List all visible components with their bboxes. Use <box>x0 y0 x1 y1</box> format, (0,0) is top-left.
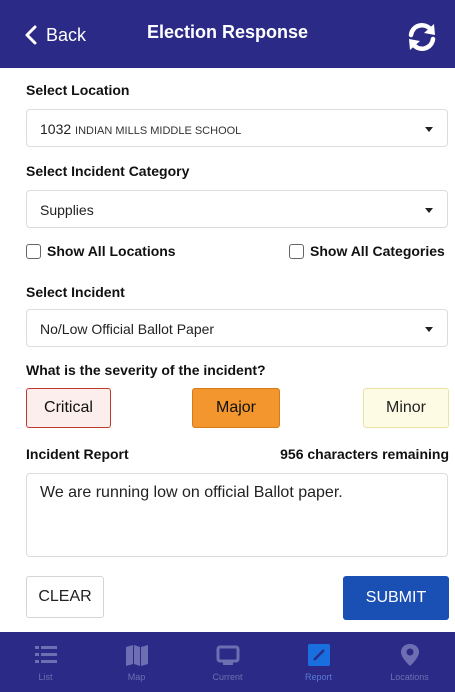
incident-report-textarea[interactable]: We are running low on official Ballot pa… <box>26 473 448 557</box>
tab-locations[interactable]: Locations <box>364 632 455 692</box>
select-location-label: Select Location <box>26 82 130 98</box>
severity-major-button[interactable]: Major <box>192 388 280 428</box>
incident-value: No/Low Official Ballot Paper <box>40 321 215 337</box>
edit-icon <box>307 644 330 666</box>
location-number: 1032 <box>40 121 72 137</box>
caret-down-icon <box>425 208 433 213</box>
tab-label: Report <box>304 672 332 682</box>
tab-report[interactable]: Report <box>273 632 364 692</box>
app-header: Back Election Response <box>0 0 455 68</box>
list-icon <box>34 646 57 663</box>
monitor-icon <box>216 645 239 665</box>
show-all-locations-label: Show All Locations <box>47 243 176 259</box>
caret-down-icon <box>425 327 433 332</box>
severity-question: What is the severity of the incident? <box>26 362 266 378</box>
checkbox-box <box>26 243 41 259</box>
page-title: Election Response <box>146 22 309 42</box>
caret-down-icon <box>425 127 433 132</box>
bottom-tab-bar: List Map Current Report Locations <box>0 632 455 692</box>
select-incident-label: Select Incident <box>26 284 125 300</box>
tab-map[interactable]: Map <box>91 632 182 692</box>
location-value: 1032 INDIAN MILLS MIDDLE SCHOOL <box>40 121 241 137</box>
incident-report-label: Incident Report <box>26 446 129 462</box>
show-all-locations-checkbox[interactable]: Show All Locations <box>26 243 176 259</box>
tab-label: Current <box>212 672 243 682</box>
tab-label: List <box>38 672 53 682</box>
map-icon <box>125 645 148 666</box>
tab-label: Locations <box>390 672 429 682</box>
tab-label: Map <box>127 672 146 682</box>
location-select[interactable]: 1032 INDIAN MILLS MIDDLE SCHOOL <box>26 109 448 147</box>
tab-current[interactable]: Current <box>182 632 273 692</box>
severity-minor-button[interactable]: Minor <box>363 388 449 428</box>
characters-remaining: 956 characters remaining <box>280 446 449 462</box>
severity-critical-button[interactable]: Critical <box>26 388 111 428</box>
incident-select[interactable]: No/Low Official Ballot Paper <box>26 309 448 347</box>
submit-button[interactable]: SUBMIT <box>343 576 449 620</box>
category-select[interactable]: Supplies <box>26 190 448 228</box>
checkbox-box <box>289 243 304 259</box>
show-all-categories-label: Show All Categories <box>310 243 445 259</box>
location-name: INDIAN MILLS MIDDLE SCHOOL <box>75 125 242 137</box>
tab-list[interactable]: List <box>0 632 91 692</box>
select-category-label: Select Incident Category <box>26 163 190 179</box>
show-all-categories-checkbox[interactable]: Show All Categories <box>289 243 445 259</box>
clear-button[interactable]: CLEAR <box>26 576 104 618</box>
category-value: Supplies <box>40 202 94 218</box>
location-pin-icon <box>400 644 419 666</box>
refresh-icon[interactable] <box>405 22 439 52</box>
